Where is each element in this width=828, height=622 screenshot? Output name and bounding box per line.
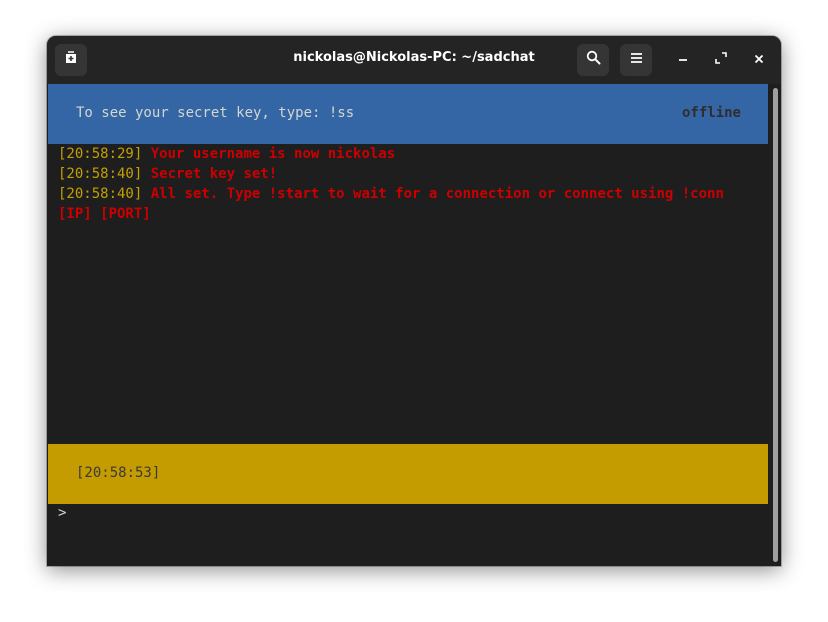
scrollbar-thumb[interactable] [773, 88, 778, 562]
log-message: Secret key set! [150, 166, 278, 182]
log-line: [20:58:40] All set. Type !start to wait … [58, 184, 768, 204]
banner-hint-text: To see your secret key, type: !ss [76, 105, 355, 121]
info-banner: To see your secret key, type: !ss offlin… [48, 84, 768, 144]
new-tab-button[interactable] [55, 44, 87, 76]
log-message: All set. Type !start to wait for a conne… [150, 186, 724, 202]
status-bar: [20:58:53] [48, 444, 768, 504]
log-timestamp: [20:58:29] [58, 146, 143, 162]
log-line: [20:58:40] Secret key set! [58, 164, 768, 184]
minimize-button[interactable] [669, 46, 697, 74]
status-time: [20:58:53] [76, 465, 161, 481]
titlebar: nickolas@Nickolas-PC: ~/sadchat [47, 36, 781, 84]
prompt-symbol: > [58, 505, 67, 521]
log-line: [20:58:29] Your username is now nickolas [58, 144, 768, 164]
close-button[interactable] [745, 46, 773, 74]
search-button[interactable] [577, 44, 609, 76]
menu-button[interactable] [620, 44, 652, 76]
connection-status: offline [681, 105, 741, 121]
search-icon [586, 50, 601, 70]
close-icon [754, 51, 764, 69]
log-line-wrap: [IP] [PORT] [58, 204, 768, 224]
log-message-continuation: [IP] [PORT] [58, 206, 151, 222]
message-log: [20:58:29] Your username is now nickolas… [58, 144, 768, 224]
maximize-icon [715, 51, 727, 69]
maximize-button[interactable] [707, 46, 735, 74]
new-tab-icon [64, 50, 78, 70]
hamburger-menu-icon [630, 51, 643, 69]
scrollbar[interactable] [769, 84, 781, 566]
input-line[interactable]: > [58, 505, 75, 521]
log-timestamp: [20:58:40] [58, 186, 143, 202]
minimize-icon [678, 51, 688, 69]
terminal-window: nickolas@Nickolas-PC: ~/sadchat To see y… [47, 36, 781, 566]
log-message: Your username is now nickolas [150, 146, 396, 162]
log-timestamp: [20:58:40] [58, 166, 143, 182]
terminal-area[interactable]: To see your secret key, type: !ss offlin… [48, 84, 768, 566]
